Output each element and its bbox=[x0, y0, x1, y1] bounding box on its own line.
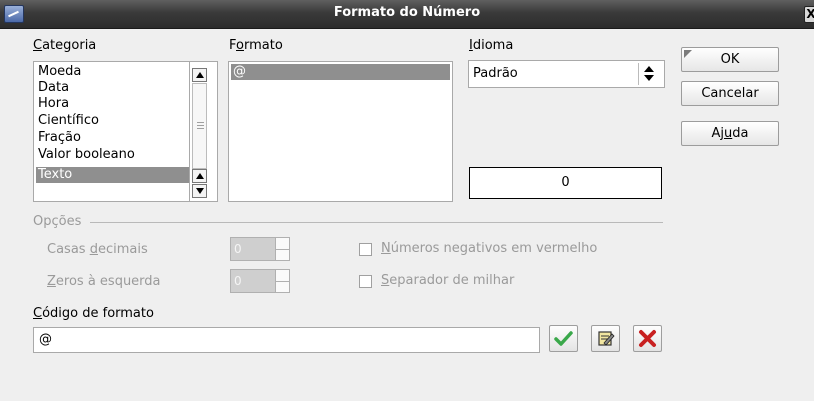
format-item-selected[interactable]: @ bbox=[231, 64, 450, 80]
leading-zeros-spinner[interactable] bbox=[275, 269, 290, 293]
category-item-selected[interactable]: Texto bbox=[36, 167, 190, 183]
decimal-places-label: Casas decimais bbox=[47, 242, 148, 257]
language-value: Padrão bbox=[473, 66, 518, 81]
category-item[interactable]: Científico bbox=[36, 113, 194, 129]
format-label: Formato bbox=[229, 38, 283, 53]
decimal-places-input[interactable]: 0 bbox=[230, 237, 276, 261]
options-label: Opções bbox=[33, 214, 82, 229]
options-separator bbox=[90, 222, 663, 223]
cancel-button[interactable]: Cancelar bbox=[681, 81, 779, 106]
scroll-thumb[interactable] bbox=[192, 83, 207, 169]
format-listbox[interactable]: @ bbox=[228, 61, 453, 202]
thousands-separator-label: Separador de milhar bbox=[381, 273, 515, 288]
leading-zeros-input[interactable]: 0 bbox=[230, 269, 276, 293]
checkmark-icon bbox=[554, 331, 573, 346]
category-item[interactable]: Fração bbox=[36, 130, 194, 146]
scroll-up-button-lower[interactable] bbox=[192, 169, 207, 183]
accept-button[interactable] bbox=[549, 325, 578, 352]
format-code-label: Código de formato bbox=[33, 306, 154, 321]
category-listbox[interactable]: Moeda Data Hora Científico Fração Valor … bbox=[33, 61, 218, 202]
scroll-down-button[interactable] bbox=[192, 184, 207, 198]
format-code-input[interactable]: @ bbox=[33, 327, 540, 353]
category-scrollbar[interactable] bbox=[189, 62, 217, 201]
spin-arrows-icon[interactable] bbox=[638, 63, 660, 85]
dialog-title: Formato do Número bbox=[333, 5, 481, 20]
close-icon[interactable] bbox=[804, 6, 814, 23]
negative-red-label: Números negativos em vermelho bbox=[381, 241, 598, 256]
thousands-separator-checkbox[interactable] bbox=[359, 275, 372, 288]
ok-button[interactable]: OK bbox=[681, 47, 779, 72]
category-item[interactable]: Hora bbox=[36, 96, 194, 112]
category-item[interactable]: Valor booleano bbox=[36, 147, 194, 163]
help-button[interactable]: Ajuda bbox=[681, 121, 779, 146]
language-label: Idioma bbox=[469, 38, 514, 53]
title-bar[interactable]: Formato do Número bbox=[0, 0, 814, 29]
category-item[interactable]: Moeda bbox=[36, 64, 194, 80]
decimal-places-spinner[interactable] bbox=[275, 237, 290, 261]
edit-comment-button[interactable] bbox=[591, 325, 620, 352]
edit-comment-icon bbox=[598, 331, 615, 346]
category-label: Categoria bbox=[33, 38, 97, 53]
format-preview: 0 bbox=[469, 167, 662, 199]
delete-button[interactable] bbox=[633, 325, 662, 352]
category-item[interactable]: Data bbox=[36, 80, 194, 96]
leading-zeros-label: Zeros à esquerda bbox=[47, 274, 161, 289]
delete-icon bbox=[639, 330, 656, 347]
language-select[interactable]: Padrão bbox=[468, 60, 665, 88]
scroll-up-button[interactable] bbox=[192, 68, 207, 82]
negative-red-checkbox[interactable] bbox=[359, 243, 372, 256]
